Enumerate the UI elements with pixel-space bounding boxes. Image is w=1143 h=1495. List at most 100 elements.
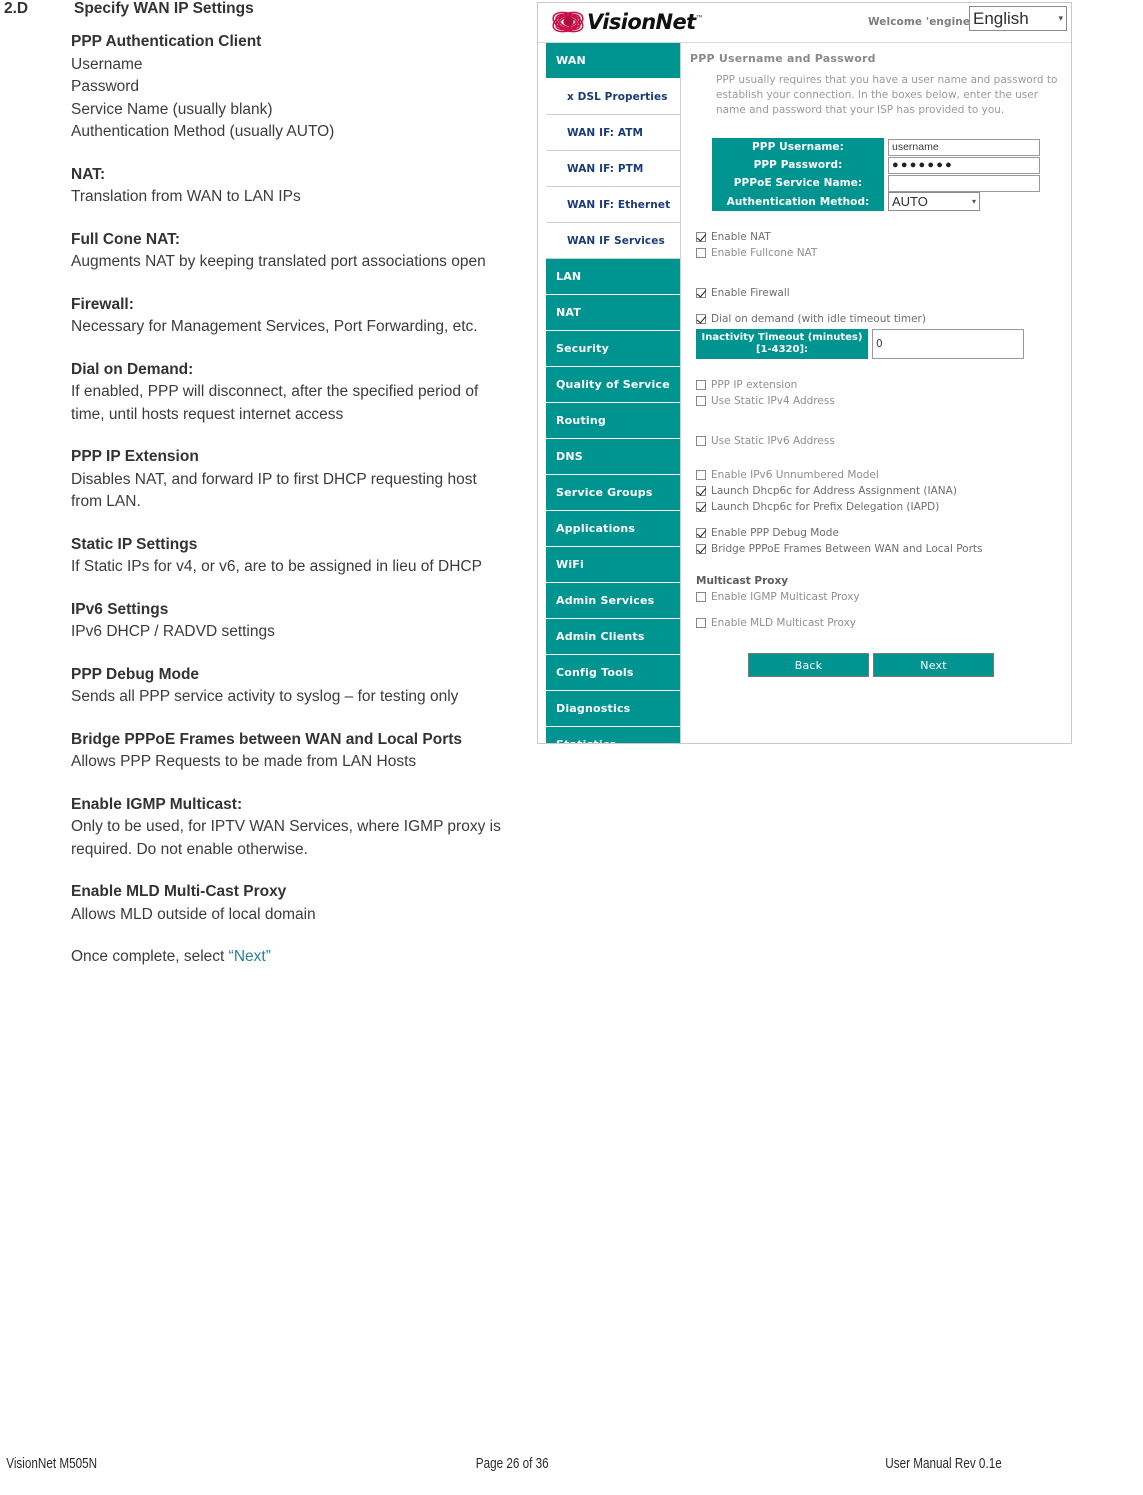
checkbox-unchecked-icon[interactable] bbox=[696, 592, 706, 602]
checkbox-label: Enable Firewall bbox=[711, 287, 790, 299]
inactivity-timeout-row: Inactivity Timeout (minutes) [1-4320]: 0 bbox=[696, 329, 1071, 359]
authentication-method-select[interactable]: AUTO ▾ bbox=[888, 192, 980, 211]
field-label: PPP Password: bbox=[712, 156, 884, 174]
sidebar-item-lan[interactable]: LAN bbox=[546, 259, 680, 295]
language-select-value: English bbox=[973, 8, 1029, 28]
ppp-password-input[interactable]: ●●●●●●● bbox=[888, 156, 1040, 174]
manual-block: Static IP Settings If Static IPs for v4, … bbox=[71, 534, 503, 579]
manual-block: PPP Authentication Client Username Passwor… bbox=[71, 31, 503, 144]
sidebar-item-config-tools[interactable]: Config Tools bbox=[546, 655, 680, 691]
checkbox-dial-on-demand-with-idle-timeout-timer[interactable]: Dial on demand (with idle timeout timer) bbox=[696, 311, 1071, 327]
language-select[interactable]: English ▾ bbox=[969, 6, 1067, 31]
manual-block-heading: Dial on Demand: bbox=[71, 360, 194, 378]
checkbox-checked-icon[interactable] bbox=[696, 528, 706, 538]
visionnet-logo: VisionNet™ bbox=[551, 7, 704, 37]
checkbox-enable-firewall[interactable]: Enable Firewall bbox=[696, 285, 1071, 301]
sidebar-item-quality-of-service[interactable]: Quality of Service bbox=[546, 367, 680, 403]
sidebar-item-routing[interactable]: Routing bbox=[546, 403, 680, 439]
manual-text-column: 2.D Specify WAN IP Settings PPP Authenti… bbox=[0, 0, 520, 969]
sidebar-item-wan[interactable]: WAN bbox=[546, 43, 680, 79]
sidebar-item-statistics[interactable]: Statistics bbox=[546, 727, 680, 743]
inactivity-timeout-label-line1: Inactivity Timeout (minutes) bbox=[701, 332, 863, 343]
checkbox-enable-ppp-debug-mode[interactable]: Enable PPP Debug Mode bbox=[696, 525, 1071, 541]
checkbox-checked-icon[interactable] bbox=[696, 502, 706, 512]
checkbox-group: Enable NAT Enable Fullcone NAT bbox=[696, 229, 1071, 261]
sidebar-item-wan-if-services[interactable]: WAN IF Services bbox=[546, 223, 680, 259]
manual-block: PPP Debug Mode Sends all PPP service acti… bbox=[71, 664, 503, 709]
checkbox-unchecked-icon[interactable] bbox=[696, 380, 706, 390]
manual-block-line: If enabled, PPP will disconnect, after t… bbox=[71, 383, 479, 423]
section-title: Specify WAN IP Settings bbox=[74, 0, 254, 17]
sidebar-item-applications[interactable]: Applications bbox=[546, 511, 680, 547]
inactivity-timeout-label: Inactivity Timeout (minutes) [1-4320]: bbox=[696, 329, 868, 359]
checkbox-label: Enable PPP Debug Mode bbox=[711, 527, 839, 539]
ppp-credentials-table: PPP Username: username PPP Password: ●●●●●●… bbox=[712, 138, 1040, 211]
checkbox-enable-fullcone-nat[interactable]: Enable Fullcone NAT bbox=[696, 245, 1071, 261]
checkbox-enable-igmp-multicast-proxy[interactable]: Enable IGMP Multicast Proxy bbox=[696, 589, 1071, 605]
field-cell bbox=[884, 174, 1040, 192]
checkbox-enable-mld-multicast-proxy[interactable]: Enable MLD Multicast Proxy bbox=[696, 615, 1071, 631]
field-cell: ●●●●●●● bbox=[884, 156, 1040, 174]
sidebar-item-service-groups[interactable]: Service Groups bbox=[546, 475, 680, 511]
checkbox-group: Use Static IPv6 Address bbox=[696, 433, 1071, 449]
checkbox-group: Dial on demand (with idle timeout timer) bbox=[696, 311, 1071, 327]
router-sidebar-nav: WAN x DSL Properties WAN IF: ATM WAN IF: PT… bbox=[538, 43, 681, 743]
manual-block-line: Allows PPP Requests to be made from LAN … bbox=[71, 753, 417, 770]
checkbox-unchecked-icon[interactable] bbox=[696, 436, 706, 446]
manual-block-heading: PPP IP Extension bbox=[71, 448, 199, 465]
checkbox-unchecked-icon[interactable] bbox=[696, 470, 706, 480]
checkbox-unchecked-icon[interactable] bbox=[696, 248, 706, 258]
checkbox-checked-icon[interactable] bbox=[696, 486, 706, 496]
field-label: Authentication Method: bbox=[712, 192, 884, 211]
final-note-text: Once complete, select bbox=[71, 948, 229, 965]
checkbox-label: Dial on demand (with idle timeout timer) bbox=[711, 313, 926, 325]
checkbox-use-static-ipv4-address[interactable]: Use Static IPv4 Address bbox=[696, 393, 1071, 409]
sidebar-item-wifi[interactable]: WiFi bbox=[546, 547, 680, 583]
checkbox-label: Use Static IPv6 Address bbox=[711, 435, 835, 447]
sidebar-item-security[interactable]: Security bbox=[546, 331, 680, 367]
checkbox-checked-icon[interactable] bbox=[696, 232, 706, 242]
authentication-method-value: AUTO bbox=[892, 194, 928, 209]
sidebar-item-wan-if-ptm[interactable]: WAN IF: PTM bbox=[546, 151, 680, 187]
checkbox-enable-ipv6-unnumbered-model[interactable]: Enable IPv6 Unnumbered Model bbox=[696, 467, 1071, 483]
manual-block-line: Translation from WAN to LAN IPs bbox=[71, 188, 301, 205]
sidebar-item-dns[interactable]: DNS bbox=[546, 439, 680, 475]
sidebar-item-wan-if-ethernet[interactable]: WAN IF: Ethernet bbox=[546, 187, 680, 223]
sidebar-item-nat[interactable]: NAT bbox=[546, 295, 680, 331]
footer-left: VisionNet M505N bbox=[6, 1455, 98, 1472]
inactivity-timeout-input[interactable]: 0 bbox=[872, 329, 1024, 359]
manual-block: Enable IGMP Multicast: Only to be used, f… bbox=[71, 794, 503, 862]
next-link[interactable]: “Next” bbox=[229, 948, 271, 965]
pppoe-service-name-input[interactable] bbox=[888, 174, 1040, 192]
checkbox-launch-dhcp6c-for-address-assignment-iana[interactable]: Launch Dhcp6c for Address Assignment (IA… bbox=[696, 483, 1071, 499]
back-button[interactable]: Back bbox=[748, 653, 869, 677]
field-cell: username bbox=[884, 138, 1040, 156]
sidebar-item-admin-services[interactable]: Admin Services bbox=[546, 583, 680, 619]
checkbox-checked-icon[interactable] bbox=[696, 314, 706, 324]
checkbox-checked-icon[interactable] bbox=[696, 544, 706, 554]
page-footer: VisionNet M505N Page 26 of 36 User Manua… bbox=[0, 1455, 1143, 1475]
manual-block-line: IPv6 DHCP / RADVD settings bbox=[71, 623, 275, 640]
manual-block: NAT: Translation from WAN to LAN IPs bbox=[71, 164, 503, 209]
checkbox-ppp-ip-extension[interactable]: PPP IP extension bbox=[696, 377, 1071, 393]
visionnet-logo-text: VisionNet™ bbox=[587, 11, 704, 33]
sidebar-item-wan-if-atm[interactable]: WAN IF: ATM bbox=[546, 115, 680, 151]
manual-block-heading: IPv6 Settings bbox=[71, 600, 169, 618]
checkbox-checked-icon[interactable] bbox=[696, 288, 706, 298]
checkbox-bridge-pppoe-frames-between-wan-and-local-ports[interactable]: Bridge PPPoE Frames Between WAN and Loca… bbox=[696, 541, 1071, 557]
next-button[interactable]: Next bbox=[873, 653, 994, 677]
checkbox-enable-nat[interactable]: Enable NAT bbox=[696, 229, 1071, 245]
sidebar-item-diagnostics[interactable]: Diagnostics bbox=[546, 691, 680, 727]
chevron-down-icon: ▾ bbox=[971, 197, 976, 206]
manual-block: Full Cone NAT: Augments NAT by keeping tr… bbox=[71, 229, 503, 274]
sidebar-item-admin-clients[interactable]: Admin Clients bbox=[546, 619, 680, 655]
inactivity-timeout-label-line2: [1-4320]: bbox=[755, 344, 809, 355]
checkbox-unchecked-icon[interactable] bbox=[696, 396, 706, 406]
ppp-username-input[interactable]: username bbox=[888, 138, 1040, 156]
checkbox-unchecked-icon[interactable] bbox=[696, 618, 706, 628]
checkbox-use-static-ipv6-address[interactable]: Use Static IPv6 Address bbox=[696, 433, 1071, 449]
checkbox-launch-dhcp6c-for-prefix-delegation-iapd[interactable]: Launch Dhcp6c for Prefix Delegation (IAP… bbox=[696, 499, 1071, 515]
sidebar-item-x-dsl-properties[interactable]: x DSL Properties bbox=[546, 79, 680, 115]
